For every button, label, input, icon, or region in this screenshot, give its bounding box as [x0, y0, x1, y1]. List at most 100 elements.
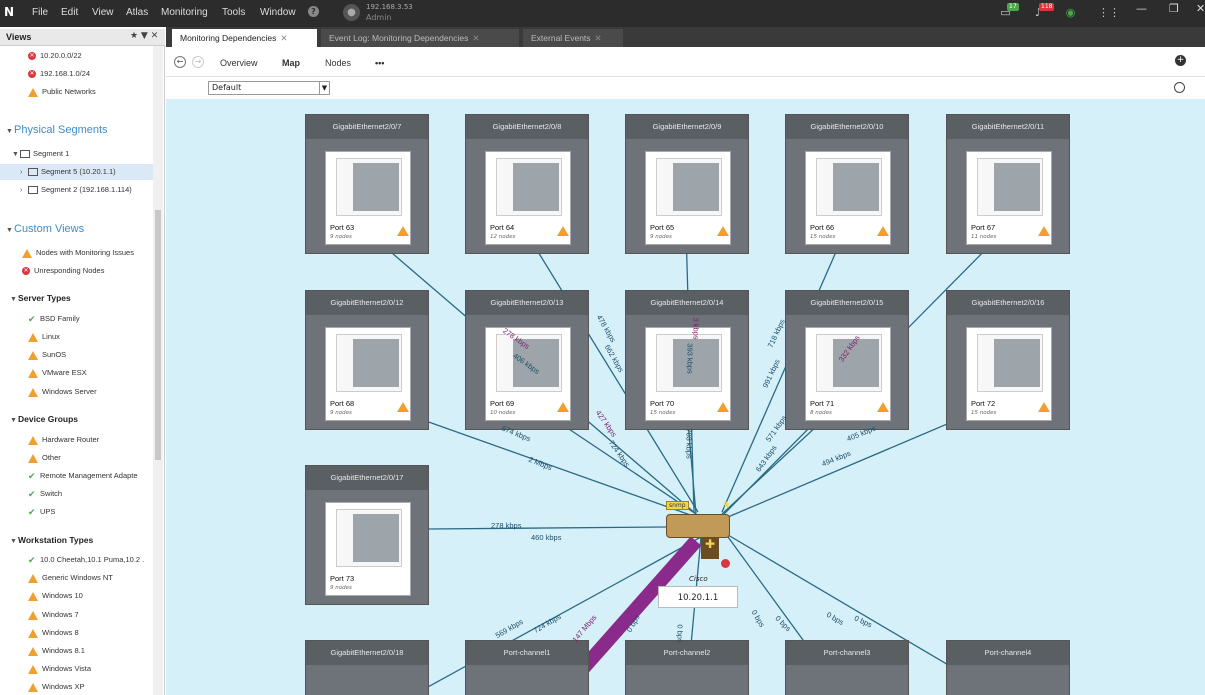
node-card[interactable]: Port 64 12 nodes [485, 151, 571, 245]
user-avatar-icon[interactable]: ● [343, 4, 360, 21]
list-item[interactable]: Nodes with Monitoring Issues [22, 245, 134, 261]
forward-arrow-icon[interactable]: → [192, 56, 204, 68]
router-node[interactable] [666, 514, 730, 538]
map-node[interactable]: GigabitEthernet2/0/17 Port 73 9 nodes [305, 465, 429, 605]
sidebar-scroll-thumb[interactable] [155, 210, 161, 460]
list-item[interactable]: ▼ Segment 1 [12, 146, 69, 162]
router-ip-label[interactable]: 10.20.1.1 [658, 586, 738, 608]
list-item[interactable]: Other [28, 450, 61, 466]
more-menu-icon[interactable]: ••• [375, 58, 384, 68]
tab-external-events[interactable]: External Events ✕ [523, 29, 623, 47]
node-card[interactable]: Port 68 9 nodes [325, 327, 411, 421]
map-node[interactable]: GigabitEthernet2/0/18 [305, 640, 429, 695]
tab-nodes[interactable]: Nodes [325, 58, 351, 68]
list-item[interactable]: Generic Windows NT [28, 570, 113, 586]
list-item[interactable]: ✔ Remote Management Adapte [28, 468, 138, 484]
map-node[interactable]: GigabitEthernet2/0/15 Port 71 8 nodes [785, 290, 909, 430]
map-node[interactable]: GigabitEthernet2/0/11 Port 67 11 nodes [946, 114, 1070, 254]
menu-window[interactable]: Window [260, 7, 296, 18]
map-node[interactable]: Port-channel4 [946, 640, 1070, 695]
list-item[interactable]: Linux [28, 329, 60, 345]
chevron-down-icon[interactable]: ▼ [319, 82, 329, 94]
map-node[interactable]: Port-channel2 [625, 640, 749, 695]
chevron-down-icon: ▼ [6, 227, 13, 234]
list-item[interactable]: ✔ UPS [28, 504, 55, 520]
map-node[interactable]: Port-channel1 [465, 640, 589, 695]
map-node[interactable]: GigabitEthernet2/0/8 Port 64 12 nodes [465, 114, 589, 254]
tab-monitoring-dependencies[interactable]: Monitoring Dependencies ✕ [172, 29, 317, 47]
node-card[interactable]: Port 73 9 nodes [325, 502, 411, 596]
map-node[interactable]: GigabitEthernet2/0/7 Port 63 9 nodes [305, 114, 429, 254]
back-arrow-icon[interactable]: ← [174, 56, 186, 68]
list-item[interactable]: Windows 8 [28, 625, 79, 641]
tab-event-log[interactable]: Event Log: Monitoring Dependencies ✕ [321, 29, 519, 47]
list-item[interactable]: SunOS [28, 347, 66, 363]
menu-view[interactable]: View [92, 7, 114, 18]
list-item[interactable]: Windows Vista [28, 661, 91, 677]
help-icon[interactable]: ? [308, 6, 319, 17]
node-title: Port-channel3 [786, 641, 908, 665]
list-item[interactable]: ✔ Switch [28, 486, 62, 502]
add-icon[interactable]: + [1175, 55, 1186, 66]
list-item[interactable]: ✔ BSD Family [28, 311, 80, 327]
map-view-select[interactable]: Default [208, 81, 330, 95]
list-item[interactable]: › Segment 2 (192.168.1.114) [20, 182, 132, 198]
list-item[interactable]: Windows 10 [28, 588, 83, 604]
node-card[interactable]: Port 66 15 nodes [805, 151, 891, 245]
section-server-types[interactable]: ▼Server Types [10, 293, 71, 303]
node-card[interactable]: Port 72 15 nodes [966, 327, 1052, 421]
list-item[interactable]: Windows 8.1 [28, 643, 85, 659]
tab-overview[interactable]: Overview [220, 58, 258, 68]
node-title: GigabitEthernet2/0/12 [306, 291, 428, 315]
menu-atlas[interactable]: Atlas [126, 7, 148, 18]
list-item[interactable]: Windows XP [28, 679, 85, 695]
map-node[interactable]: GigabitEthernet2/0/16 Port 72 15 nodes [946, 290, 1070, 430]
map-node[interactable]: GigabitEthernet2/0/9 Port 65 9 nodes [625, 114, 749, 254]
list-item[interactable]: Windows 7 [28, 607, 79, 623]
map-node[interactable]: GigabitEthernet2/0/10 Port 66 15 nodes [785, 114, 909, 254]
menu-edit[interactable]: Edit [61, 7, 78, 18]
section-workstation-types[interactable]: ▼Workstation Types [10, 535, 93, 545]
grid-icon[interactable]: ⋮⋮ [1098, 6, 1120, 19]
warning-icon [557, 226, 569, 236]
check-icon: ✔ [28, 314, 36, 325]
node-card[interactable]: Port 63 9 nodes [325, 151, 411, 245]
list-item[interactable]: ✕ Unresponding Nodes [22, 263, 104, 279]
menu-file[interactable]: File [32, 7, 48, 18]
router-device-icon[interactable]: ✚ [701, 537, 719, 559]
warning-icon [28, 387, 38, 397]
list-item[interactable]: VMware ESX [28, 365, 87, 381]
list-item[interactable]: ✕ 10.20.0.0/22 [28, 48, 82, 64]
close-tab-icon[interactable]: ✕ [472, 33, 479, 43]
map-node[interactable]: GigabitEthernet2/0/12 Port 68 9 nodes [305, 290, 429, 430]
list-item[interactable]: Windows Server [28, 384, 97, 400]
views-panel-tools[interactable]: ★ ▼ ✕ [130, 31, 158, 41]
section-custom-views[interactable]: ▼Custom Views [6, 223, 84, 235]
list-item-selected[interactable]: › Segment 5 (10.20.1.1) [0, 164, 153, 180]
node-title: GigabitEthernet2/0/11 [947, 115, 1069, 139]
menu-tools[interactable]: Tools [222, 7, 245, 18]
close-tab-icon[interactable]: ✕ [595, 33, 602, 43]
node-card[interactable]: Port 65 9 nodes [645, 151, 731, 245]
port-label: Port 69 [490, 399, 515, 408]
list-item-label: 192.168.1.0/24 [40, 69, 91, 78]
compass-icon[interactable] [1174, 82, 1185, 93]
section-physical-segments[interactable]: ▼Physical Segments [6, 124, 108, 136]
close-tab-icon[interactable]: ✕ [280, 33, 287, 43]
menu-monitoring[interactable]: Monitoring [161, 7, 208, 18]
map-node[interactable]: Port-channel3 [785, 640, 909, 695]
list-item[interactable]: Hardware Router [28, 432, 99, 448]
close-icon[interactable]: ✕ [1196, 2, 1205, 15]
tab-map[interactable]: Map [282, 58, 300, 68]
status-icon[interactable]: ◉ [1064, 6, 1077, 19]
list-item[interactable]: Public Networks [28, 84, 96, 100]
list-item[interactable]: ✕ 192.168.1.0/24 [28, 66, 90, 82]
restore-icon[interactable]: ❐ [1169, 2, 1179, 15]
dependency-map-canvas[interactable]: GigabitEthernet2/0/7 Port 63 9 nodes Giga… [166, 99, 1205, 695]
node-card[interactable]: Port 67 11 nodes [966, 151, 1052, 245]
minimize-icon[interactable]: — [1136, 2, 1147, 15]
list-item[interactable]: ✔ 10.0 Cheetah,10.1 Puma,10.2 . [28, 552, 144, 568]
section-device-groups[interactable]: ▼Device Groups [10, 414, 78, 424]
node-card[interactable]: Port 70 15 nodes [645, 327, 731, 421]
section-label: Physical Segments [14, 124, 108, 136]
